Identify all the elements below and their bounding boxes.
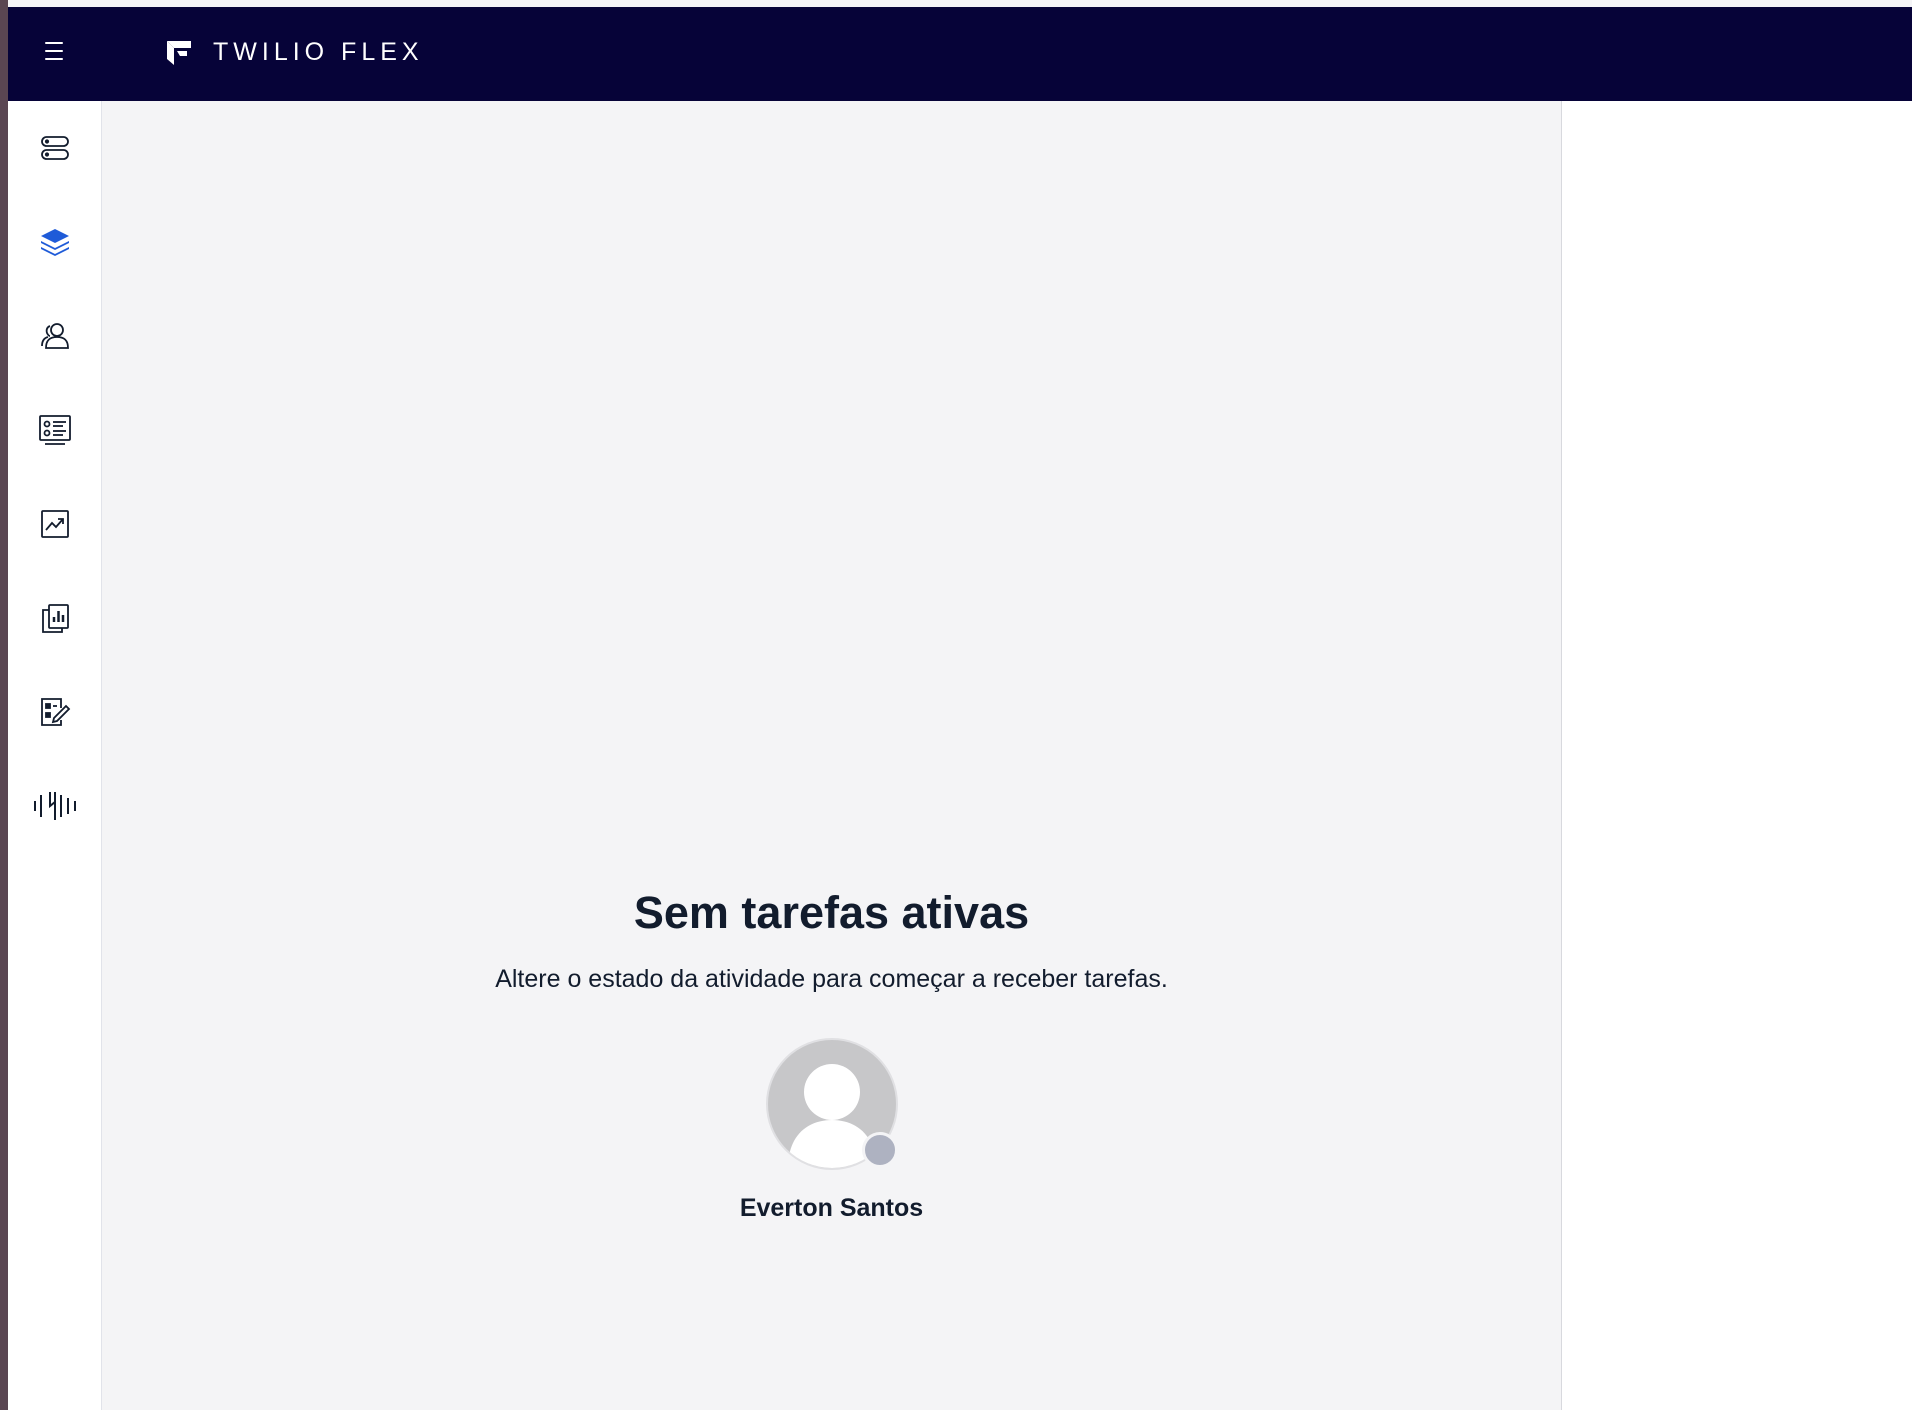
right-panel	[1562, 101, 1912, 1410]
stack-cards-icon	[40, 136, 69, 160]
empty-state-subtitle: Altere o estado da atividade para começa…	[495, 965, 1168, 993]
twilio-flex-logo-icon	[167, 41, 191, 65]
sidebar-item-layers[interactable]	[8, 195, 101, 289]
trend-chart-icon	[40, 510, 69, 538]
sidebar-item-audio[interactable]	[8, 759, 101, 853]
bar-report-icon	[41, 604, 69, 633]
top-bar: TWILIO FLEX	[8, 7, 1912, 101]
hamburger-menu-icon[interactable]	[45, 42, 63, 60]
empty-state-title: Sem tarefas ativas	[633, 887, 1030, 938]
empty-state: Sem tarefas ativas Altere o estado da at…	[102, 887, 1561, 1223]
user-avatar-container[interactable]	[765, 1038, 898, 1170]
sidebar	[8, 101, 102, 1410]
sidebar-item-tasks[interactable]	[8, 101, 101, 195]
list-board-icon	[38, 415, 71, 445]
brand-title: TWILIO FLEX	[213, 37, 424, 66]
sidebar-item-quality[interactable]	[8, 665, 101, 759]
top-strip	[8, 0, 1912, 7]
sidebar-item-insights[interactable]	[8, 477, 101, 571]
sidebar-item-queues[interactable]	[8, 383, 101, 477]
layers-icon	[40, 229, 69, 256]
edit-form-icon	[40, 698, 70, 726]
window-edge	[0, 0, 8, 1410]
status-badge	[861, 1132, 898, 1168]
sidebar-item-reports[interactable]	[8, 571, 101, 665]
users-icon	[40, 323, 69, 349]
brand: TWILIO FLEX	[165, 37, 424, 67]
sidebar-item-teams[interactable]	[8, 289, 101, 383]
waveform-icon	[33, 792, 76, 820]
main-content: Sem tarefas ativas Altere o estado da at…	[102, 101, 1562, 1410]
user-name: Everton Santos	[739, 1194, 924, 1222]
